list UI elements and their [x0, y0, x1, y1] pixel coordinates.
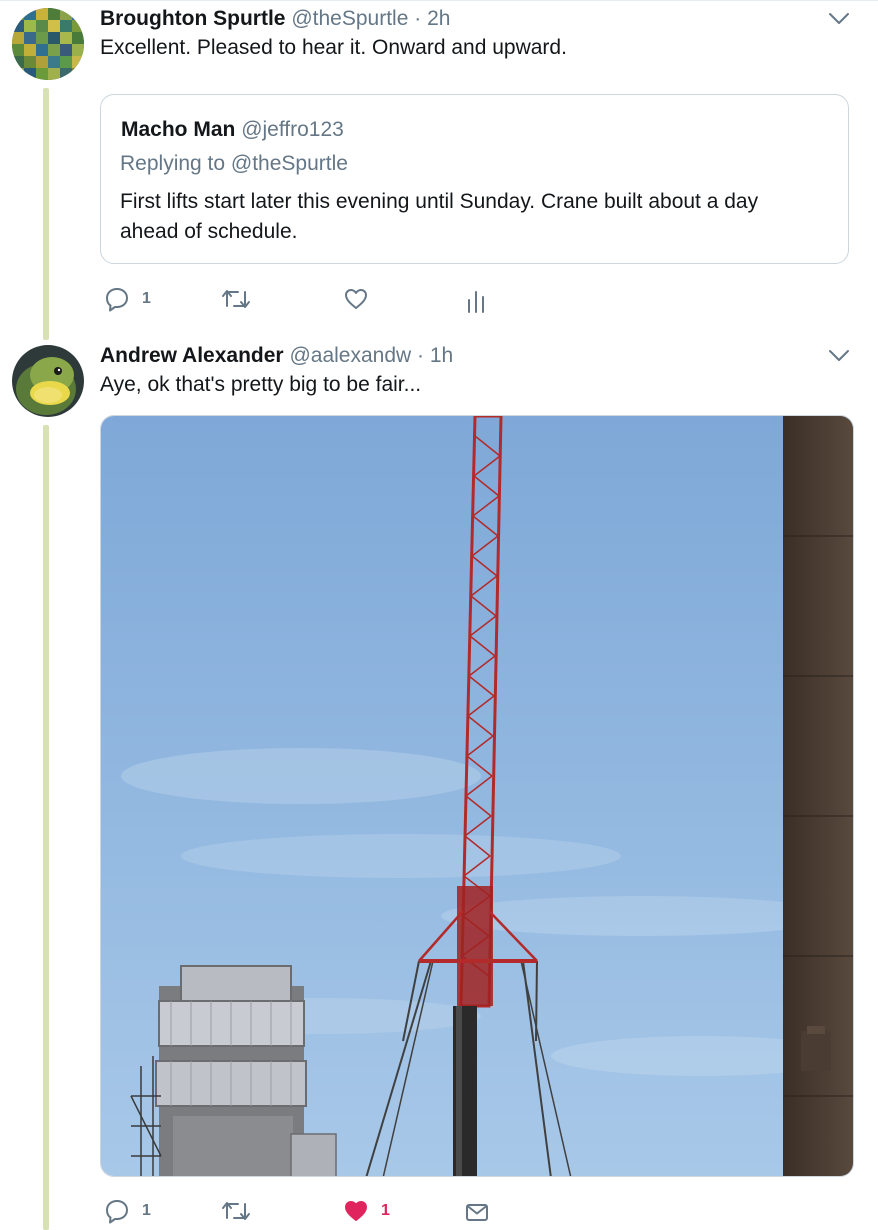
display-name[interactable]: Andrew Alexander: [100, 344, 284, 367]
thread-connector-line: [43, 88, 49, 340]
chevron-down-icon[interactable]: [828, 349, 850, 363]
quote-header: Macho Man @jeffro123: [121, 117, 344, 143]
speech-bubble-icon: [106, 1200, 128, 1224]
analytics-button[interactable]: [465, 286, 487, 316]
direct-message-button[interactable]: [464, 1197, 490, 1227]
avatar[interactable]: [12, 345, 84, 417]
quote-text: First lifts start later this evening unt…: [120, 190, 759, 243]
divider: [0, 0, 878, 1]
reply-count: 1: [142, 1202, 151, 1219]
reply-count: 1: [142, 290, 151, 307]
timestamp[interactable]: 2h: [427, 7, 450, 30]
crane-sky-photo: [101, 416, 853, 1176]
separator-dot: ·: [417, 344, 425, 367]
retweet-button[interactable]: [220, 1196, 252, 1226]
tweet-header: Broughton Spurtle @theSpurtle · 2h: [100, 6, 450, 32]
avatar[interactable]: [12, 8, 84, 80]
like-button[interactable]: 1: [343, 1196, 390, 1226]
speech-bubble-icon: [106, 288, 128, 312]
quote-user-handle: @jeffro123: [241, 118, 344, 141]
separator-dot: ·: [414, 7, 422, 30]
replying-to-label: Replying to @theSpurtle: [120, 152, 348, 175]
user-handle[interactable]: @theSpurtle: [291, 7, 408, 30]
tweet-text: Aye, ok that's pretty big to be fair...: [100, 373, 422, 396]
tweet-text: Excellent. Pleased to hear it. Onward an…: [100, 36, 567, 59]
timestamp[interactable]: 1h: [430, 344, 453, 367]
tweet-header: Andrew Alexander @aalexandw · 1h: [100, 343, 453, 369]
retweet-arrows-icon: [222, 1202, 250, 1220]
bar-chart-icon: [468, 291, 484, 313]
reply-button[interactable]: 1: [104, 1196, 151, 1226]
quoted-tweet-card[interactable]: Macho Man @jeffro123 Replying to @theSpu…: [100, 94, 849, 264]
retweet-button[interactable]: [220, 284, 252, 314]
conversation-view: Broughton Spurtle @theSpurtle · 2h Excel…: [0, 0, 878, 1230]
quote-display-name: Macho Man: [121, 118, 236, 141]
envelope-icon: [466, 1204, 488, 1221]
chevron-down-icon[interactable]: [828, 12, 850, 26]
like-button[interactable]: [343, 284, 369, 314]
reply-button[interactable]: 1: [104, 284, 151, 314]
retweet-arrows-icon: [222, 290, 250, 308]
tweet-photo[interactable]: [100, 415, 854, 1177]
thread-connector-line: [43, 425, 49, 1230]
heart-icon: [345, 289, 367, 309]
user-handle[interactable]: @aalexandw: [289, 344, 411, 367]
duck-avatar-image: [12, 345, 84, 417]
mosaic-avatar-image: [12, 8, 84, 80]
display-name[interactable]: Broughton Spurtle: [100, 7, 285, 30]
like-count: 1: [381, 1202, 390, 1219]
heart-icon: [345, 1201, 367, 1221]
